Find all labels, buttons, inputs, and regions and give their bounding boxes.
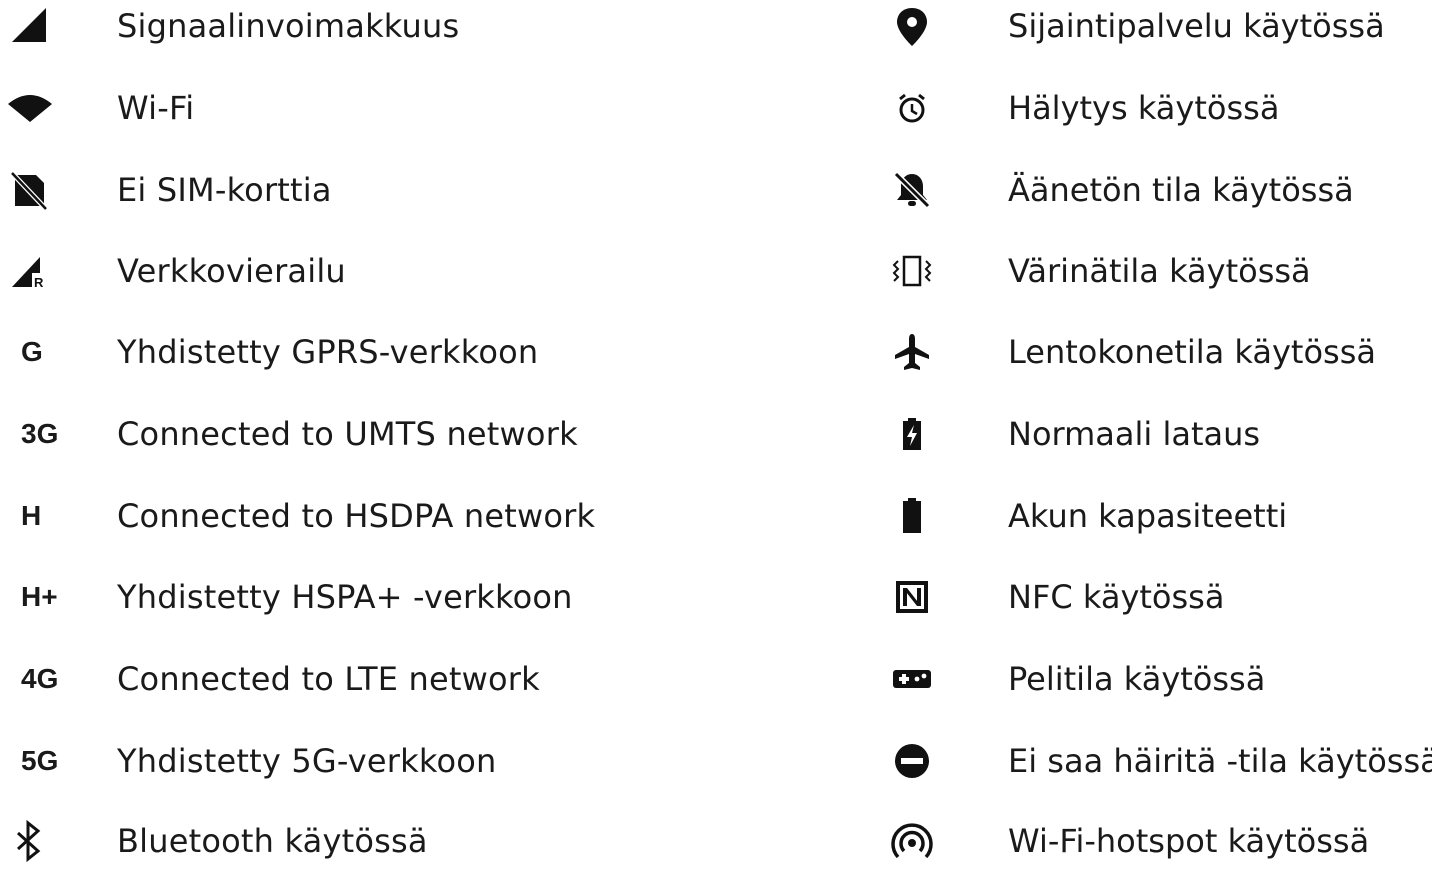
item-label: Wi-Fi-hotspot käytössä (1008, 822, 1370, 860)
item-label: Wi-Fi (117, 89, 195, 127)
svg-text:R: R (34, 275, 44, 290)
network-type-text: 4G (21, 663, 59, 694)
nfc-icon (880, 567, 944, 627)
item-label: Connected to UMTS network (117, 415, 578, 453)
item-label: Äänetön tila käytössä (1008, 171, 1354, 209)
item-label: Yhdistetty HSPA+ -verkkoon (117, 578, 573, 616)
item-label: Normaali lataus (1008, 415, 1261, 453)
item-label: Värinätila käytössä (1008, 252, 1311, 290)
signal-strength-icon (0, 0, 64, 56)
item-label: Akun kapasiteetti (1008, 497, 1288, 535)
item-label: Bluetooth käytössä (117, 822, 428, 860)
hsdpa-icon: H (0, 486, 64, 546)
umts-icon: 3G (0, 404, 64, 464)
alarm-icon (880, 78, 944, 138)
bluetooth-icon (0, 811, 64, 871)
game-mode-icon (880, 649, 944, 709)
airplane-icon (880, 322, 944, 382)
battery-full-icon (880, 486, 944, 546)
item-label: Ei saa häiritä -tila käytössä (1008, 742, 1432, 780)
no-sim-icon (0, 160, 64, 220)
item-label: Connected to HSDPA network (117, 497, 596, 535)
item-label: Pelitila käytössä (1008, 660, 1266, 698)
gprs-icon: G (0, 322, 64, 382)
battery-charging-icon (880, 404, 944, 464)
hotspot-icon (880, 811, 944, 871)
item-label: NFC käytössä (1008, 578, 1225, 616)
location-icon (880, 0, 944, 56)
roaming-icon: R (0, 241, 64, 301)
item-label: Signaalinvoimakkuus (117, 7, 460, 45)
item-label: Connected to LTE network (117, 660, 540, 698)
5g-icon: 5G (0, 731, 64, 791)
lte-icon: 4G (0, 649, 64, 709)
network-type-text: 5G (21, 745, 59, 776)
hspa-plus-icon: H+ (0, 567, 64, 627)
network-type-text: H+ (21, 581, 58, 612)
vibrate-icon (880, 241, 944, 301)
network-type-text: H (21, 500, 42, 531)
item-label: Hälytys käytössä (1008, 89, 1280, 127)
item-label: Lentokonetila käytössä (1008, 333, 1376, 371)
item-label: Sijaintipalvelu käytössä (1008, 7, 1385, 45)
item-label: Ei SIM-korttia (117, 171, 332, 209)
do-not-disturb-icon (880, 731, 944, 791)
item-label: Yhdistetty GPRS-verkkoon (117, 333, 539, 371)
network-type-text: G (21, 336, 43, 367)
wifi-icon (0, 78, 64, 138)
item-label: Verkkovierailu (117, 252, 346, 290)
silent-bell-icon (880, 160, 944, 220)
network-type-text: 3G (21, 418, 59, 449)
item-label: Yhdistetty 5G-verkkoon (117, 742, 497, 780)
